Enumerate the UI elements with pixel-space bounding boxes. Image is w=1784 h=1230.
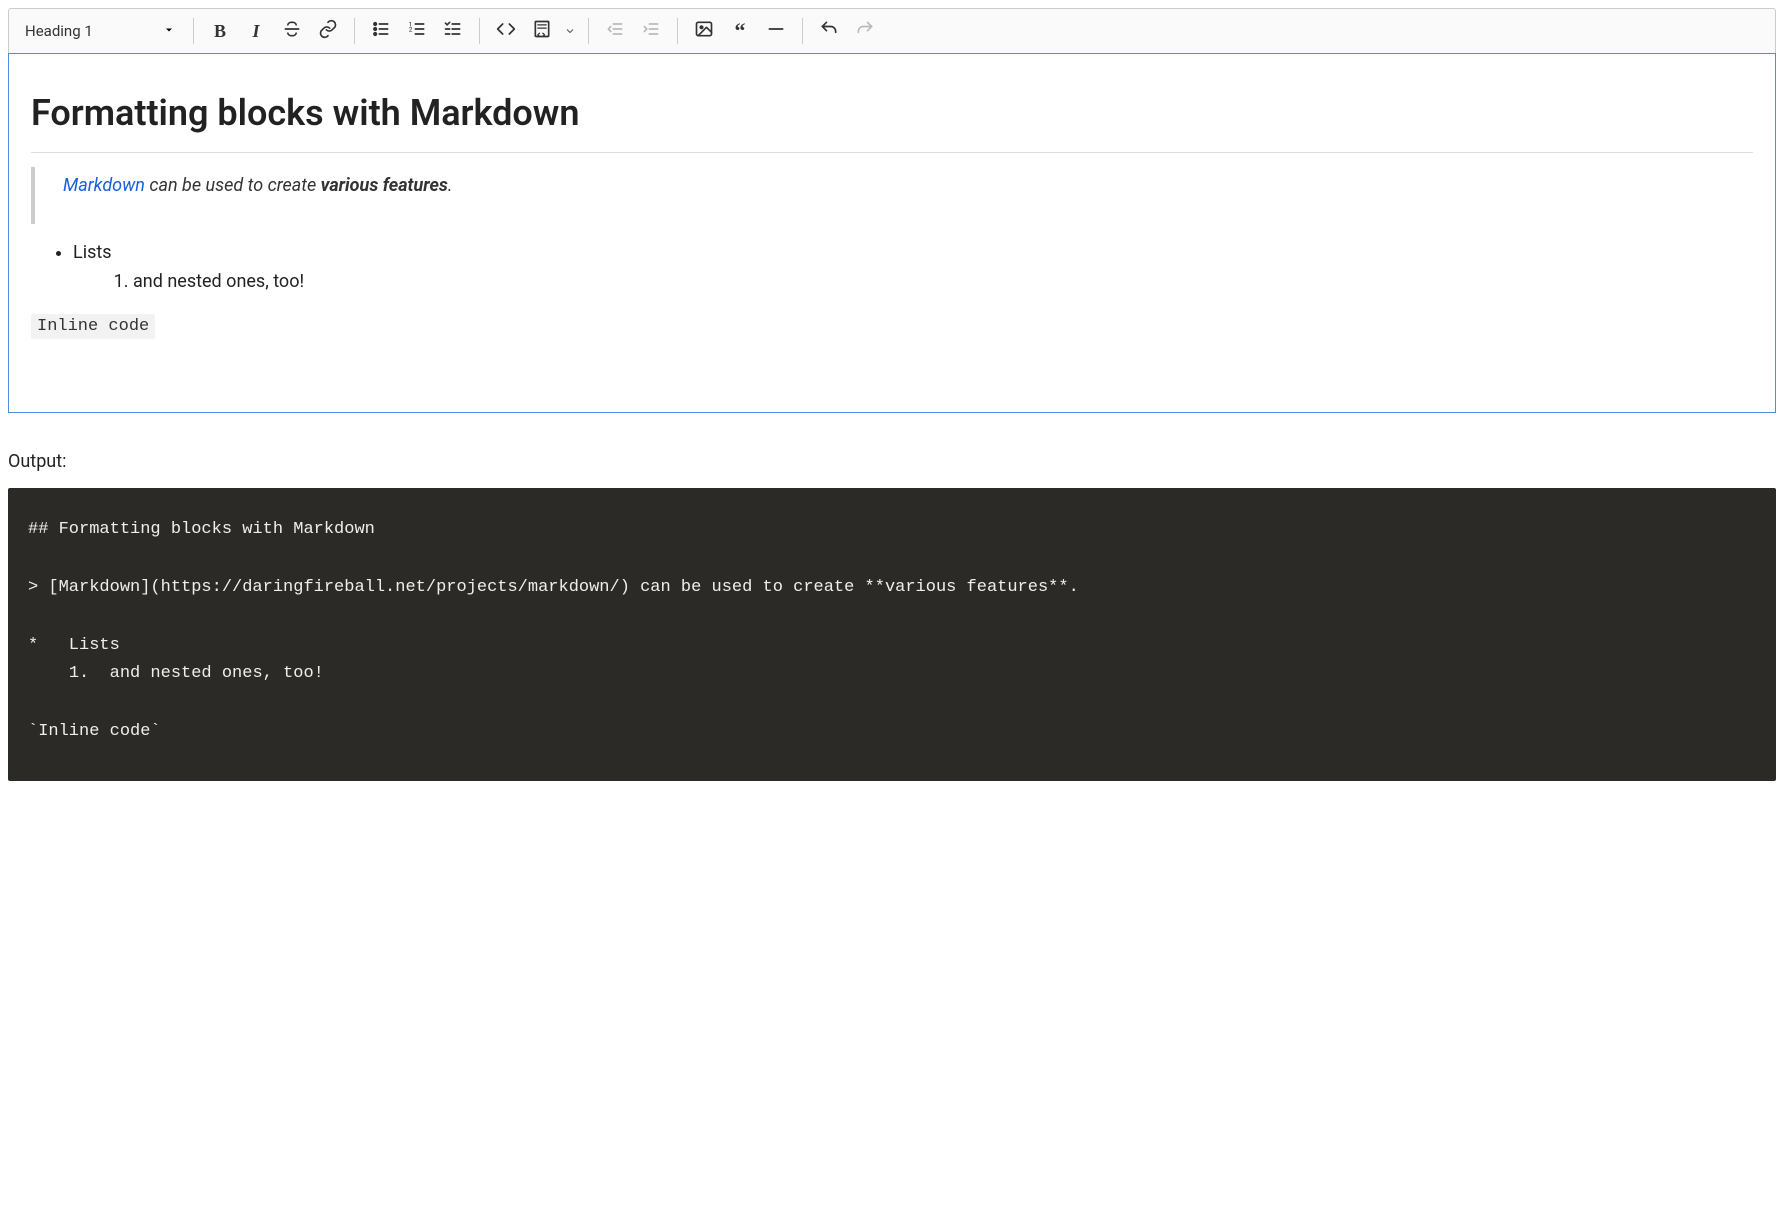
image-icon	[694, 19, 714, 43]
bold-icon: B	[214, 21, 226, 42]
quote-text-end: .	[448, 175, 453, 196]
indent-button[interactable]	[633, 13, 669, 49]
nested-list-item[interactable]: and nested ones, too!	[133, 269, 1753, 294]
blockquote-button[interactable]: “	[722, 13, 758, 49]
editor-toolbar: Heading 1 B I 12	[8, 8, 1776, 54]
numbered-list-icon: 12	[407, 19, 427, 43]
inline-code[interactable]: Inline code	[31, 314, 155, 339]
quote-icon: “	[735, 18, 746, 44]
italic-icon: I	[252, 21, 259, 42]
nested-list-item-text: and nested ones, too!	[133, 271, 304, 292]
editor-area[interactable]: Formatting blocks with Markdown Markdown…	[8, 53, 1776, 413]
toolbar-separator	[588, 18, 589, 44]
toolbar-separator	[802, 18, 803, 44]
svg-text:2: 2	[409, 26, 413, 34]
heading-dropdown-label: Heading 1	[25, 22, 93, 40]
outdent-icon	[605, 19, 625, 43]
markdown-link[interactable]: Markdown	[63, 175, 145, 196]
bullet-list[interactable]: Lists and nested ones, too!	[31, 240, 1753, 296]
horizontal-rule-icon	[766, 19, 786, 43]
redo-button[interactable]	[847, 13, 883, 49]
horizontal-rule-button[interactable]	[758, 13, 794, 49]
undo-button[interactable]	[811, 13, 847, 49]
undo-icon	[819, 19, 839, 43]
toolbar-separator	[354, 18, 355, 44]
quote-text-bold: various features	[321, 175, 448, 196]
image-button[interactable]	[686, 13, 722, 49]
nested-ordered-list[interactable]: and nested ones, too!	[73, 269, 1753, 294]
codeblock-dropdown[interactable]	[560, 13, 580, 49]
heading-underline	[31, 152, 1753, 153]
code-icon	[496, 19, 516, 43]
blockquote[interactable]: Markdown can be used to create various f…	[31, 167, 1753, 224]
strikethrough-button[interactable]	[274, 13, 310, 49]
toolbar-separator	[479, 18, 480, 44]
codeblock-icon	[532, 19, 552, 43]
document-heading[interactable]: Formatting blocks with Markdown	[31, 92, 1753, 134]
list-item[interactable]: Lists and nested ones, too!	[73, 240, 1753, 296]
checklist-button[interactable]	[435, 13, 471, 49]
numbered-list-button[interactable]: 12	[399, 13, 435, 49]
output-code-block[interactable]: ## Formatting blocks with Markdown > [Ma…	[8, 488, 1776, 781]
codeblock-button[interactable]	[524, 13, 560, 49]
strikethrough-icon	[282, 19, 302, 43]
bullet-list-icon	[371, 19, 391, 43]
chevron-down-icon	[163, 24, 175, 39]
code-button[interactable]	[488, 13, 524, 49]
checklist-icon	[443, 19, 463, 43]
toolbar-separator	[193, 18, 194, 44]
link-button[interactable]	[310, 13, 346, 49]
link-icon	[318, 19, 338, 43]
indent-icon	[641, 19, 661, 43]
heading-dropdown[interactable]: Heading 1	[15, 18, 185, 44]
redo-icon	[855, 19, 875, 43]
italic-button[interactable]: I	[238, 13, 274, 49]
output-label: Output:	[8, 451, 1776, 472]
list-item-text: Lists	[73, 242, 112, 263]
bold-button[interactable]: B	[202, 13, 238, 49]
quote-text-mid: can be used to create	[145, 175, 321, 196]
toolbar-separator	[677, 18, 678, 44]
bullet-list-button[interactable]	[363, 13, 399, 49]
outdent-button[interactable]	[597, 13, 633, 49]
